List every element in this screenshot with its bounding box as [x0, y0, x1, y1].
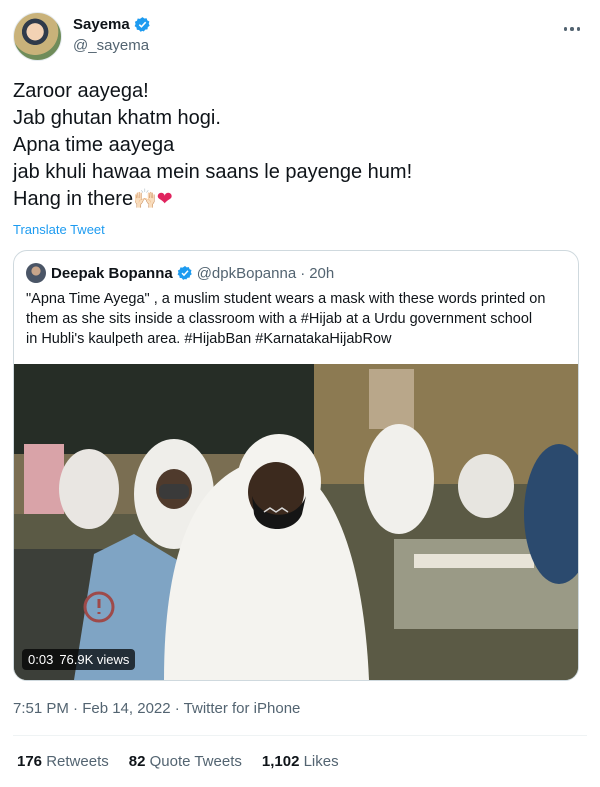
- author-handle[interactable]: @_sayema: [73, 37, 149, 54]
- likes-count: 1,102: [261, 753, 300, 770]
- likes-stat[interactable]: 1,102 Likes: [262, 753, 339, 770]
- tweet-text: Zaroor aayega! Jab ghutan khatm hogi. Ap…: [13, 78, 583, 213]
- tweet-line: jab khuli hawaa mein saans le payenge hu…: [13, 161, 413, 183]
- quote-tweets-label: Quote Tweets: [149, 753, 242, 770]
- tweet-stats: 176 Retweets 82 Quote Tweets 1,102 Likes: [17, 753, 359, 770]
- video-frame: [14, 364, 578, 680]
- quoted-author-avatar: [26, 263, 46, 283]
- quoted-author-handle: @dpkBopanna: [196, 264, 297, 282]
- author-avatar[interactable]: [13, 12, 62, 61]
- tweet-line: Hang in there: [13, 188, 134, 210]
- quoted-tweet-header: Deepak Bopanna @dpkBopanna · 20h: [26, 263, 334, 283]
- likes-label: Likes: [303, 753, 339, 770]
- quote-tweets-count: 82: [128, 753, 146, 770]
- hands-emoji-icon: 🙌🏻: [133, 188, 157, 210]
- tweet-line-last: Hang in there🙌🏻❤: [13, 186, 583, 213]
- quote-tweets-stat[interactable]: 82 Quote Tweets: [129, 753, 242, 770]
- verified-badge-icon: [134, 17, 150, 32]
- video-stats: 0:03 76.9K views: [22, 649, 136, 670]
- retweets-label: Retweets: [46, 753, 109, 770]
- more-options-icon[interactable]: [561, 18, 583, 40]
- video-duration: 0:03: [28, 652, 54, 667]
- author-display-name[interactable]: Sayema: [73, 16, 130, 33]
- heart-emoji-icon: ❤: [156, 188, 173, 210]
- retweets-count: 176: [17, 753, 43, 770]
- tweet-line: Apna time aayega: [13, 134, 175, 156]
- quoted-author-name: Deepak Bopanna: [51, 264, 173, 282]
- author-name-row[interactable]: Sayema: [73, 16, 151, 33]
- tweet-line: Jab ghutan khatm hogi.: [13, 107, 221, 129]
- divider: [13, 735, 587, 736]
- meta-separator: ·: [300, 264, 306, 282]
- translate-tweet-link[interactable]: Translate Tweet: [13, 222, 105, 237]
- quoted-text-line: them as she sits inside a classroom with…: [26, 311, 533, 327]
- verified-badge-icon: [177, 266, 192, 280]
- quoted-tweet-age: 20h: [309, 264, 335, 282]
- tweet-line: Zaroor aayega!: [13, 80, 149, 102]
- tweet-header: Sayema @_sayema: [13, 12, 587, 62]
- video-views: 76.9K views: [59, 652, 130, 667]
- quoted-text-line: "Apna Time Ayega" , a muslim student wea…: [26, 291, 546, 307]
- video-player[interactable]: 0:03 76.9K views: [14, 364, 578, 680]
- retweets-stat[interactable]: 176 Retweets: [17, 753, 109, 770]
- quoted-tweet-text: "Apna Time Ayega" , a muslim student wea…: [26, 289, 566, 349]
- quoted-text-line: in Hubli's kaulpeth area. #HijabBan #Kar…: [26, 331, 392, 347]
- quoted-tweet[interactable]: Deepak Bopanna @dpkBopanna · 20h "Apna T…: [13, 250, 579, 681]
- tweet-timestamp[interactable]: 7:51 PM · Feb 14, 2022 · Twitter for iPh…: [13, 700, 300, 717]
